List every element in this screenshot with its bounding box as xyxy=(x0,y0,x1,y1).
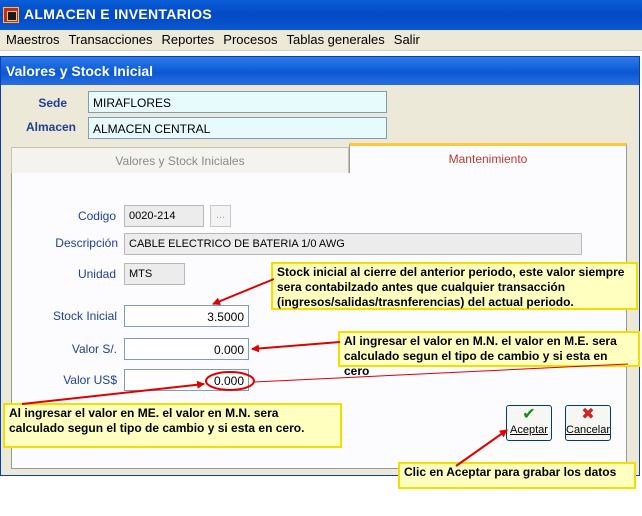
almacen-label: Almacen xyxy=(25,120,76,134)
unidad-field[interactable]: MTS xyxy=(124,263,185,285)
codigo-field[interactable]: 0020-214 xyxy=(124,205,204,227)
codigo-lookup-button[interactable]: ... xyxy=(210,205,231,227)
cancel-label: Cancelar xyxy=(566,424,611,436)
menu-procesos[interactable]: Procesos xyxy=(217,30,277,50)
stock-inicial-input[interactable]: 3.5000 xyxy=(124,305,249,327)
valor-soles-input[interactable]: 0.000 xyxy=(124,338,249,360)
sede-field[interactable]: MIRAFLORES xyxy=(88,91,387,113)
descripcion-field[interactable]: CABLE ELECTRICO DE BATERIA 1/0 AWG xyxy=(124,233,582,255)
menu-transacciones[interactable]: Transacciones xyxy=(62,30,152,50)
tab-valores-stock-iniciales[interactable]: Valores y Stock Iniciales xyxy=(11,147,349,173)
annotation-aceptar: Clic en Aceptar para grabar los datos xyxy=(398,462,636,489)
menu-bar: Maestros Transacciones Reportes Procesos… xyxy=(0,30,642,51)
app-titlebar: ALMACEN E INVENTARIOS xyxy=(0,0,642,30)
cancel-button[interactable]: ✖ Cancelar xyxy=(565,405,611,441)
valor-usd-input[interactable]: 0.000 xyxy=(124,369,249,391)
annotation-valor-mn: Al ingresar el valor en M.N. el valor en… xyxy=(338,331,640,378)
sede-label: Sede xyxy=(38,96,67,110)
app-title: ALMACEN E INVENTARIOS xyxy=(24,6,213,22)
annotation-stock-inicial: Stock inicial al cierre del anterior per… xyxy=(271,262,638,310)
check-icon: ✔ xyxy=(522,406,536,423)
tab-mantenimiento[interactable]: Mantenimiento xyxy=(349,143,627,173)
menu-tablas-generales[interactable]: Tablas generales xyxy=(280,30,384,50)
valor-soles-label: Valor S/. xyxy=(71,342,117,356)
menu-reportes[interactable]: Reportes xyxy=(156,30,215,50)
almacen-field[interactable]: ALMACEN CENTRAL xyxy=(88,117,387,139)
x-icon: ✖ xyxy=(581,406,595,423)
menu-maestros[interactable]: Maestros xyxy=(0,30,59,50)
valor-usd-label: Valor US$ xyxy=(63,373,117,387)
accept-label: Aceptar xyxy=(510,424,548,436)
codigo-label: Codigo xyxy=(77,209,116,223)
menu-salir[interactable]: Salir xyxy=(388,30,420,50)
accept-button[interactable]: ✔ Aceptar xyxy=(506,405,552,441)
unidad-label: Unidad xyxy=(77,267,116,281)
stock-inicial-label: Stock Inicial xyxy=(52,309,117,323)
window-titlebar: Valores y Stock Inicial xyxy=(1,57,639,85)
annotation-valor-me: Al ingresar el valor en ME. el valor en … xyxy=(3,403,342,448)
app-icon xyxy=(3,7,19,23)
descripcion-label: Descripción xyxy=(55,236,118,250)
window-title: Valores y Stock Inicial xyxy=(6,63,154,79)
